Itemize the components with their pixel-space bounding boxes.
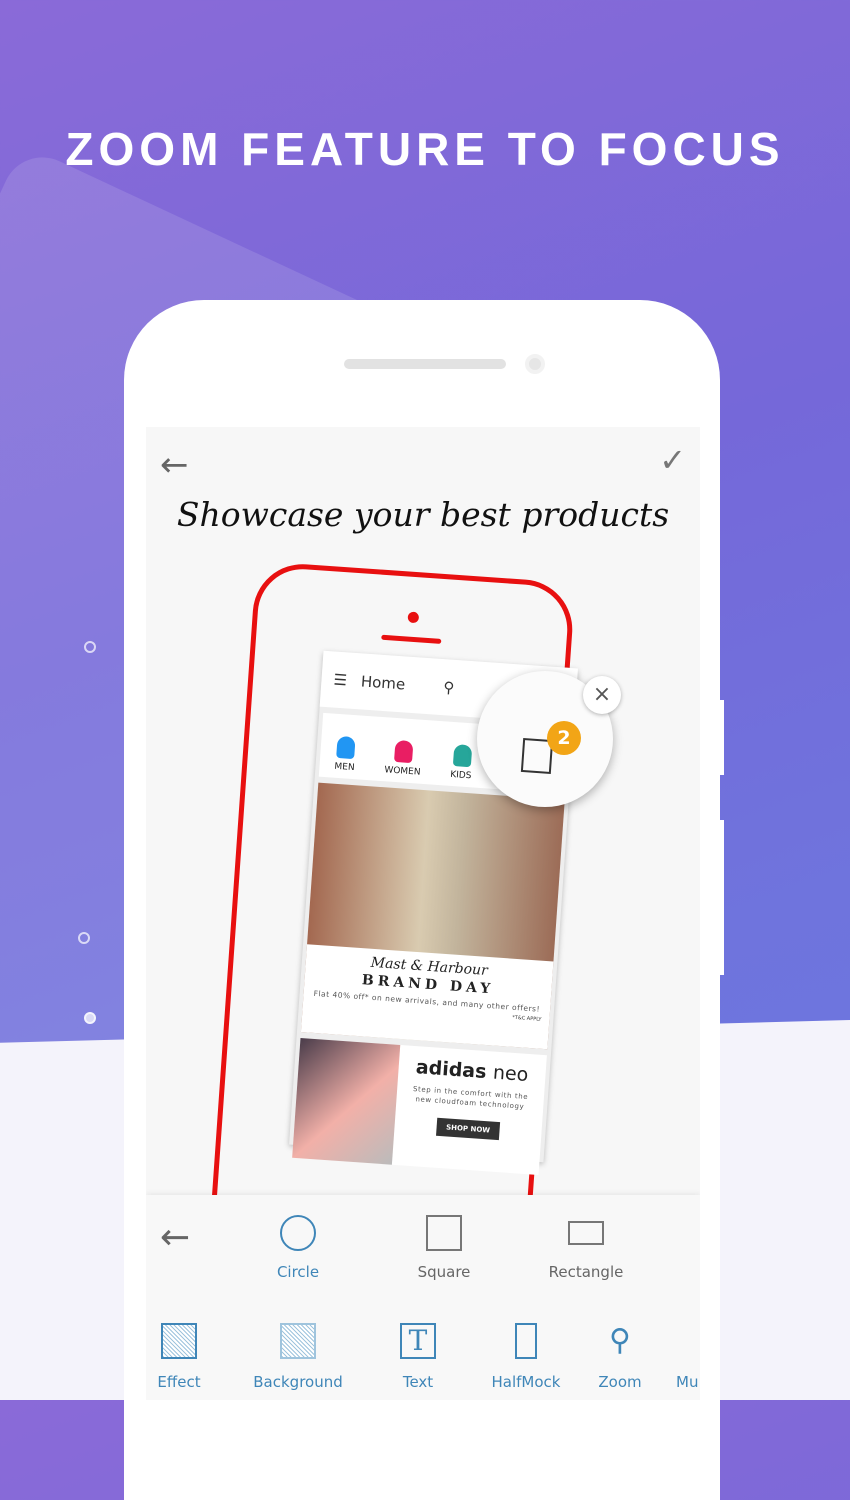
effect-icon — [161, 1323, 197, 1359]
tool-text[interactable]: T Text — [388, 1323, 448, 1391]
brand-banner: Mast & Harbour BRAND DAY Flat 40% off* o… — [300, 782, 565, 1050]
mockup-camera — [407, 611, 420, 624]
power-button — [720, 820, 724, 975]
shape-circle[interactable]: Circle — [258, 1215, 338, 1281]
decor-circle — [84, 641, 96, 653]
category-label: MEN — [334, 761, 355, 774]
cart-badge: 2 — [547, 721, 581, 755]
promo-logo: adidas neo — [398, 1055, 546, 1087]
editor-title: Showcase your best products — [176, 495, 670, 534]
decor-circle — [78, 932, 90, 944]
halfmock-icon — [515, 1323, 537, 1359]
back-button[interactable]: ← — [160, 445, 189, 485]
headline: ZOOM FEATURE TO FOCUS — [65, 123, 785, 175]
tool-effect[interactable]: Effect — [149, 1323, 209, 1391]
shape-label: Rectangle — [548, 1263, 624, 1281]
shape-rectangle[interactable]: Rectangle — [536, 1215, 636, 1281]
category-kids: KIDS — [450, 744, 474, 781]
more-tool-icon — [678, 1323, 700, 1359]
promo-brand-suffix: neo — [492, 1061, 530, 1086]
category-women: WOMEN — [384, 739, 423, 778]
shape-label: Square — [417, 1263, 471, 1281]
banner-card: Mast & Harbour BRAND DAY Flat 40% off* o… — [300, 944, 554, 1050]
text-icon: T — [400, 1323, 436, 1359]
category-men: MEN — [334, 735, 357, 774]
search-icon: ⚲ — [442, 678, 455, 697]
tool-more[interactable]: Mu — [676, 1323, 700, 1391]
confirm-button[interactable]: ✓ — [659, 441, 686, 479]
tool-halfmock[interactable]: HalfMock — [486, 1323, 566, 1391]
men-icon — [336, 735, 356, 760]
rectangle-icon — [568, 1221, 604, 1245]
shape-label: Circle — [276, 1263, 320, 1281]
shape-square[interactable]: Square — [404, 1215, 484, 1281]
zoom-close-button[interactable]: × — [583, 676, 621, 714]
zoom-icon: ⚲ — [609, 1323, 631, 1358]
category-label: KIDS — [449, 769, 472, 782]
mockup-speaker — [381, 634, 442, 644]
shop-now-button: SHOP NOW — [435, 1117, 501, 1141]
tool-label: Effect — [157, 1373, 201, 1391]
kids-icon — [452, 744, 472, 768]
promo-brand: adidas — [415, 1056, 488, 1084]
square-icon — [426, 1215, 462, 1251]
promo-card: adidas neo Step in the comfort with the n… — [292, 1038, 547, 1175]
circle-icon — [280, 1215, 316, 1251]
tool-background[interactable]: Background — [246, 1323, 350, 1391]
camera — [525, 354, 545, 374]
tool-label: Zoom — [598, 1373, 642, 1391]
category-label: WOMEN — [384, 765, 421, 778]
shape-back-button[interactable]: ← — [160, 1217, 190, 1258]
background-icon — [280, 1323, 316, 1359]
volume-button — [720, 700, 724, 775]
tool-zoom[interactable]: ⚲ Zoom — [590, 1323, 650, 1391]
editor-screen: ← ✓ Showcase your best products ☰ Home ⚲… — [146, 427, 700, 1400]
tool-label: HalfMock — [491, 1373, 561, 1391]
menu-icon: ☰ — [332, 670, 348, 690]
decor-dot — [84, 1012, 96, 1024]
speaker — [344, 359, 506, 369]
tool-label: Background — [253, 1373, 343, 1391]
appbar-title: Home — [360, 672, 406, 694]
promo-image — [292, 1038, 401, 1165]
bottom-toolbar: ← Circle Square Rectangle Effect Backgro… — [146, 1195, 700, 1400]
tool-label: Mu — [676, 1373, 699, 1391]
tool-label: Text — [402, 1373, 434, 1391]
women-icon — [394, 739, 414, 764]
